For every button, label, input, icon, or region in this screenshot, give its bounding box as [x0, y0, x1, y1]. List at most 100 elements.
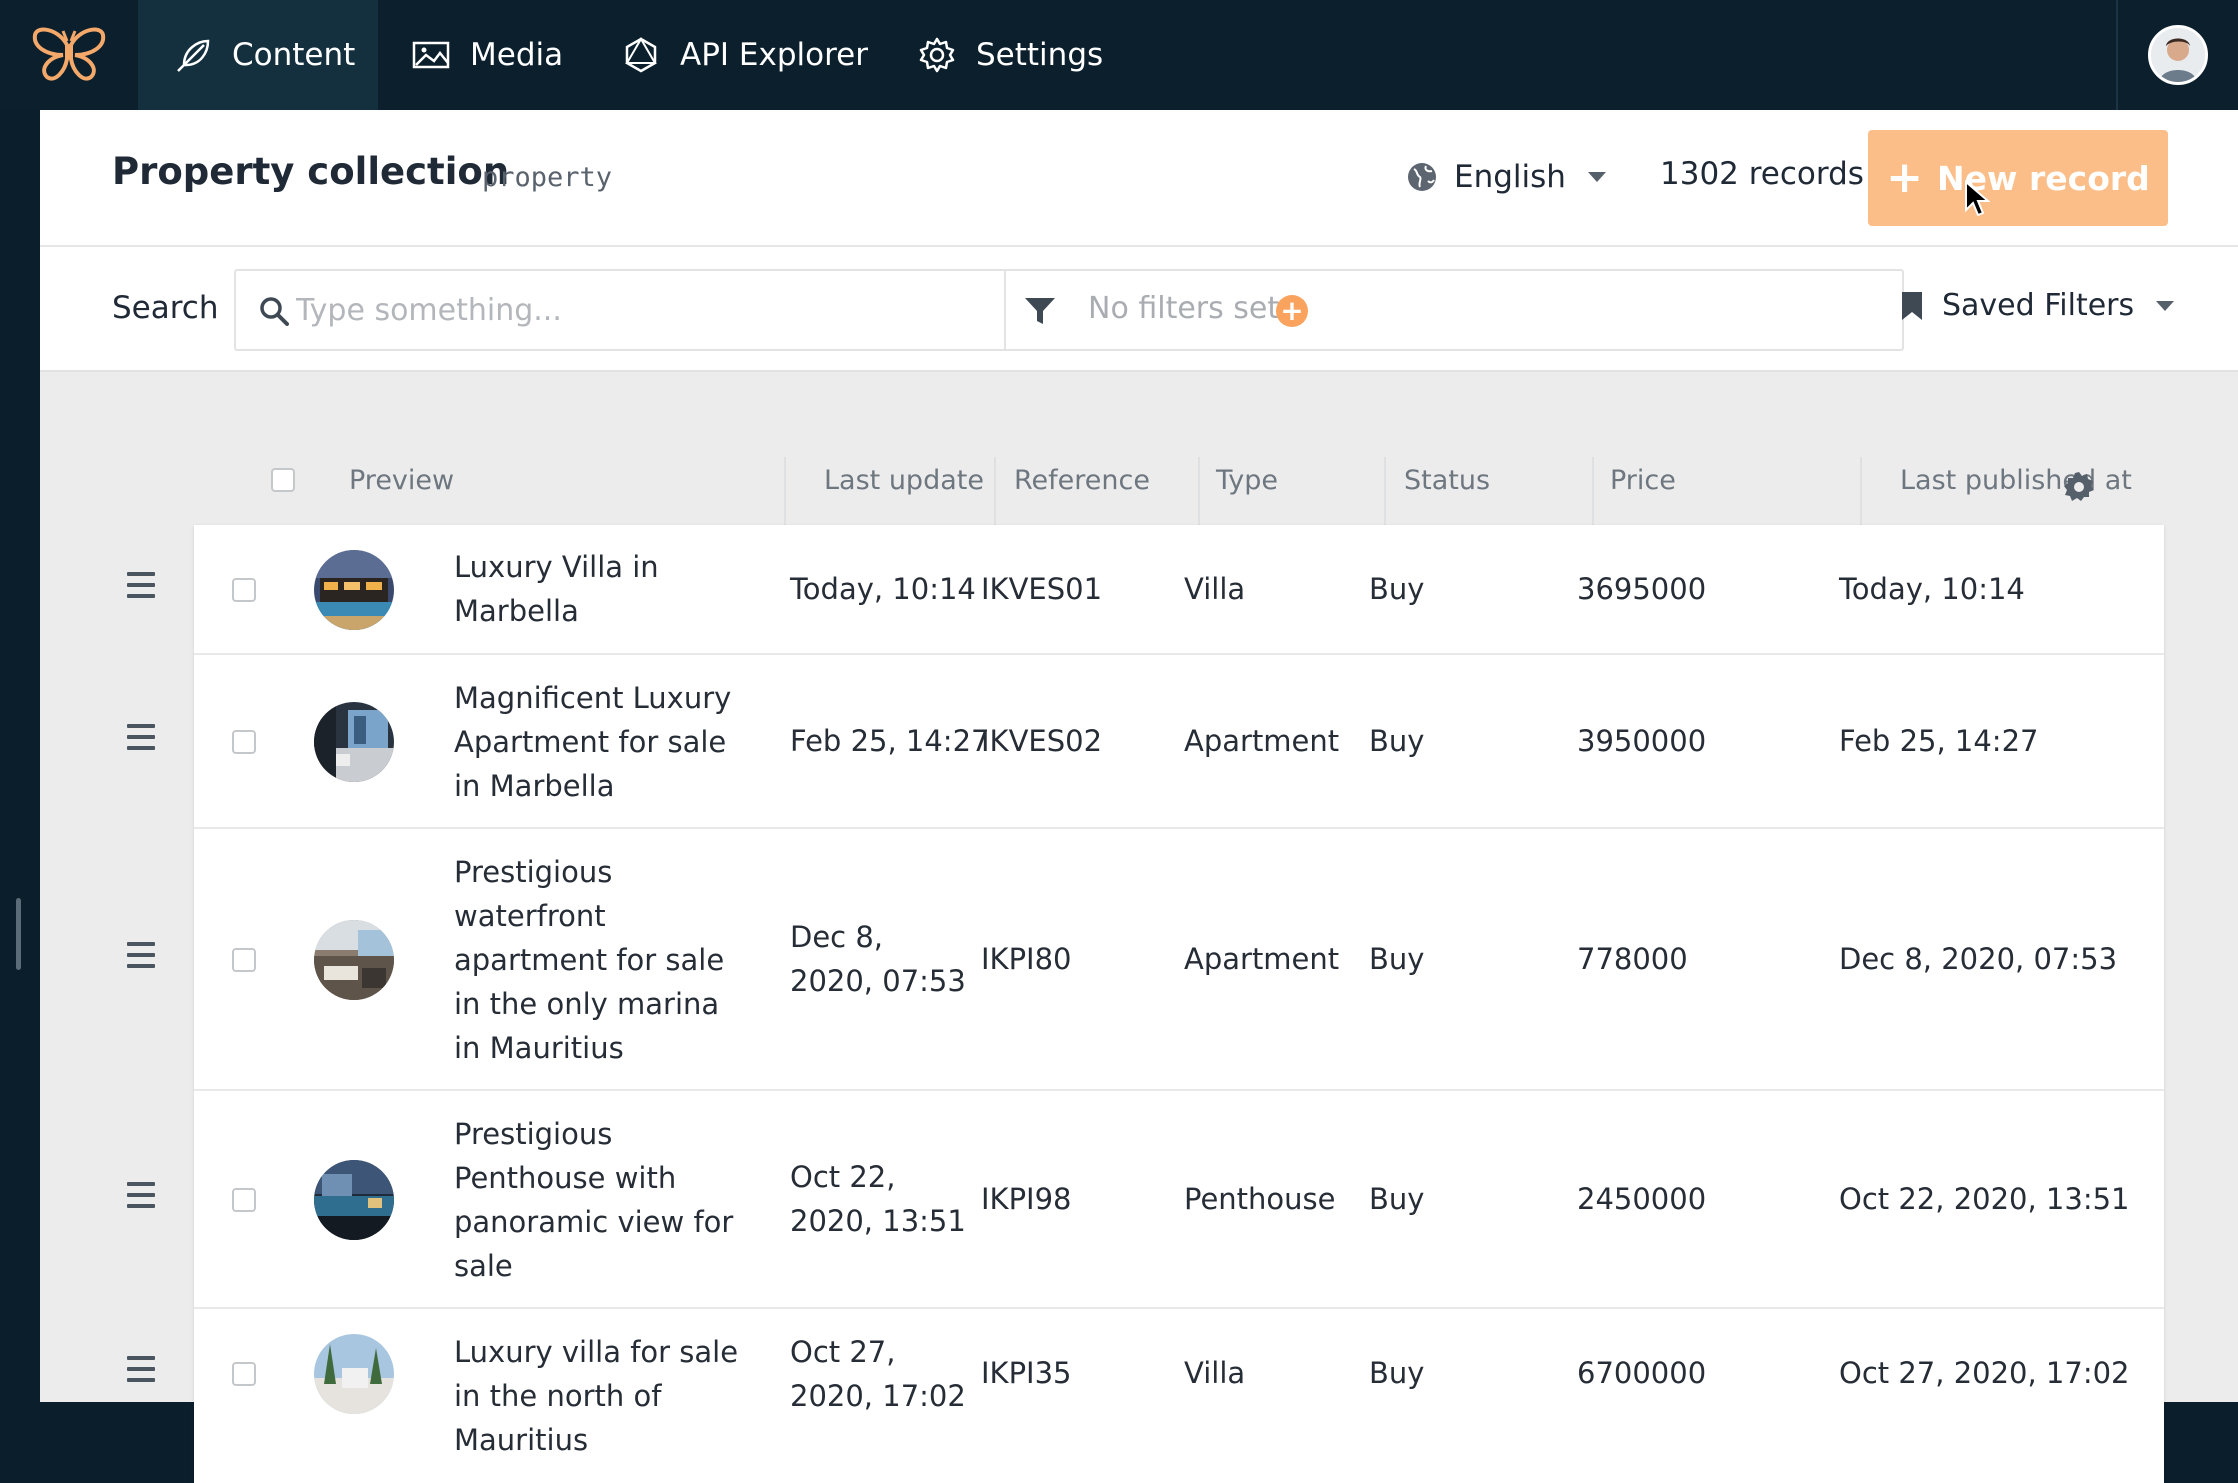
- main-content: Property collection property English 130…: [40, 110, 2238, 1483]
- cell-status: Buy: [1369, 1182, 1425, 1216]
- sidebar-resize-handle[interactable]: [16, 898, 21, 970]
- cell-price: 6700000: [1577, 1356, 1707, 1390]
- cell-reference: IKPI35: [981, 1356, 1072, 1390]
- collection-api-key: property: [482, 162, 613, 193]
- table-row[interactable]: Magnificent Luxury Apartment for sale in…: [127, 655, 2164, 829]
- record-thumbnail: [314, 1334, 394, 1414]
- user-avatar[interactable]: [2148, 25, 2208, 85]
- record-title[interactable]: Prestigious Penthouse with panoramic vie…: [454, 1112, 754, 1288]
- cell-status: Buy: [1369, 942, 1425, 976]
- language-label: English: [1454, 159, 1566, 195]
- filter-divider: [1004, 271, 1006, 349]
- column-header-price[interactable]: Price: [1610, 445, 1676, 515]
- record-title[interactable]: Luxury Villa in Marbella: [454, 545, 754, 633]
- row-checkbox[interactable]: [232, 730, 256, 754]
- row-checkbox[interactable]: [232, 1188, 256, 1212]
- villa-photo-icon: [314, 550, 394, 630]
- cell-reference: IKPI80: [981, 942, 1072, 976]
- row-checkbox[interactable]: [232, 578, 256, 602]
- row-checkbox[interactable]: [232, 1362, 256, 1386]
- feather-icon: [177, 39, 210, 72]
- nav-label-media: Media: [470, 37, 564, 73]
- datocms-logo[interactable]: [0, 0, 138, 110]
- search-label: Search: [112, 290, 219, 326]
- column-divider: [1384, 457, 1386, 527]
- mouse-cursor-icon: [1965, 180, 1990, 217]
- cell-last-published: Dec 8, 2020, 07:53: [1839, 942, 2118, 976]
- nav-divider: [2116, 0, 2118, 110]
- nav-label-api-explorer: API Explorer: [680, 37, 868, 73]
- drag-handle-icon[interactable]: [127, 572, 155, 605]
- cell-last-published: Oct 27, 2020, 17:02: [1839, 1356, 2130, 1390]
- record-title[interactable]: Prestigious waterfront apartment for sal…: [454, 850, 754, 1070]
- cell-price: 778000: [1577, 942, 1688, 976]
- nav-item-api-explorer[interactable]: API Explorer: [622, 0, 868, 110]
- waterfront-photo-icon: [314, 920, 394, 1000]
- select-all-checkbox[interactable]: [271, 468, 295, 492]
- table-row[interactable]: Luxury Villa in Marbella Today, 10:14 IK…: [127, 525, 2164, 655]
- cell-last-update: Today, 10:14: [790, 572, 976, 606]
- column-header-reference[interactable]: Reference: [1014, 445, 1150, 515]
- add-filter-icon[interactable]: +: [1276, 295, 1308, 327]
- saved-filters-dropdown[interactable]: Saved Filters: [1900, 288, 2175, 323]
- filter-icon[interactable]: [1024, 295, 1056, 327]
- column-settings-gear-icon[interactable]: [2062, 470, 2096, 504]
- gear-icon: [919, 37, 955, 73]
- nav-label-content: Content: [232, 37, 356, 73]
- nav-item-settings[interactable]: Settings: [918, 0, 1103, 110]
- cell-reference: IKVES02: [981, 724, 1103, 758]
- image-icon: [412, 41, 450, 69]
- column-header-preview[interactable]: Preview: [349, 445, 454, 515]
- column-header-last-update[interactable]: Last update: [824, 445, 984, 515]
- cell-type: Apartment: [1184, 724, 1340, 758]
- drag-handle-icon[interactable]: [127, 1356, 155, 1389]
- saved-filters-label: Saved Filters: [1942, 288, 2135, 323]
- cell-price: 3950000: [1577, 724, 1707, 758]
- drag-handle-icon[interactable]: [127, 724, 155, 757]
- record-title[interactable]: Luxury villa for sale in the north of Ma…: [454, 1330, 754, 1462]
- record-count: 1302 records: [1660, 156, 1864, 192]
- left-sidebar-collapsed: [0, 110, 40, 1402]
- cell-price: 2450000: [1577, 1182, 1707, 1216]
- cell-last-update: Oct 27, 2020, 17:02: [790, 1335, 966, 1413]
- record-thumbnail: [314, 702, 394, 782]
- drag-handle-icon[interactable]: [127, 942, 155, 975]
- drag-handle-icon[interactable]: [127, 1182, 155, 1215]
- table-row[interactable]: Prestigious waterfront apartment for sal…: [127, 829, 2164, 1091]
- record-title[interactable]: Magnificent Luxury Apartment for sale in…: [454, 676, 754, 808]
- cell-reference: IKVES01: [981, 572, 1103, 606]
- column-header-last-published[interactable]: Last published at: [1900, 445, 2132, 515]
- apartment-photo-icon: [314, 702, 394, 782]
- column-divider: [784, 457, 786, 527]
- row-checkbox[interactable]: [232, 948, 256, 972]
- cell-type: Villa: [1184, 572, 1246, 606]
- column-divider: [1860, 457, 1862, 527]
- table-row[interactable]: Luxury villa for sale in the north of Ma…: [127, 1309, 2164, 1483]
- cell-type: Apartment: [1184, 942, 1340, 976]
- record-thumbnail: [314, 550, 394, 630]
- search-input[interactable]: [294, 271, 994, 349]
- language-selector[interactable]: English: [1406, 154, 1606, 200]
- chevron-down-icon: [1587, 172, 1606, 182]
- search-toolbar: Search No filters set + Saved Filters: [40, 247, 2238, 372]
- new-record-button[interactable]: + New record: [1868, 130, 2168, 226]
- cell-type: Penthouse: [1184, 1182, 1336, 1216]
- cell-status: Buy: [1369, 724, 1425, 758]
- avatar-portrait-icon: [2151, 28, 2205, 82]
- collection-header: Property collection property English 130…: [40, 110, 2238, 247]
- cell-price: 3695000: [1577, 572, 1707, 606]
- cell-type: Villa: [1184, 1356, 1246, 1390]
- column-header-type[interactable]: Type: [1216, 445, 1278, 515]
- cell-last-update: Dec 8, 2020, 07:53: [790, 920, 966, 998]
- column-divider: [1592, 457, 1594, 527]
- top-navigation: Content Media API Explorer Settings: [0, 0, 2238, 110]
- plus-icon: +: [1886, 152, 1924, 203]
- search-and-filter-box: No filters set +: [234, 269, 1904, 351]
- cell-last-published: Today, 10:14: [1839, 572, 2025, 606]
- nav-item-content[interactable]: Content: [138, 0, 378, 110]
- cell-status: Buy: [1369, 572, 1425, 606]
- cell-last-published: Oct 22, 2020, 13:51: [1839, 1182, 2130, 1216]
- table-row[interactable]: Prestigious Penthouse with panoramic vie…: [127, 1091, 2164, 1309]
- column-header-status[interactable]: Status: [1404, 445, 1490, 515]
- nav-item-media[interactable]: Media: [412, 0, 563, 110]
